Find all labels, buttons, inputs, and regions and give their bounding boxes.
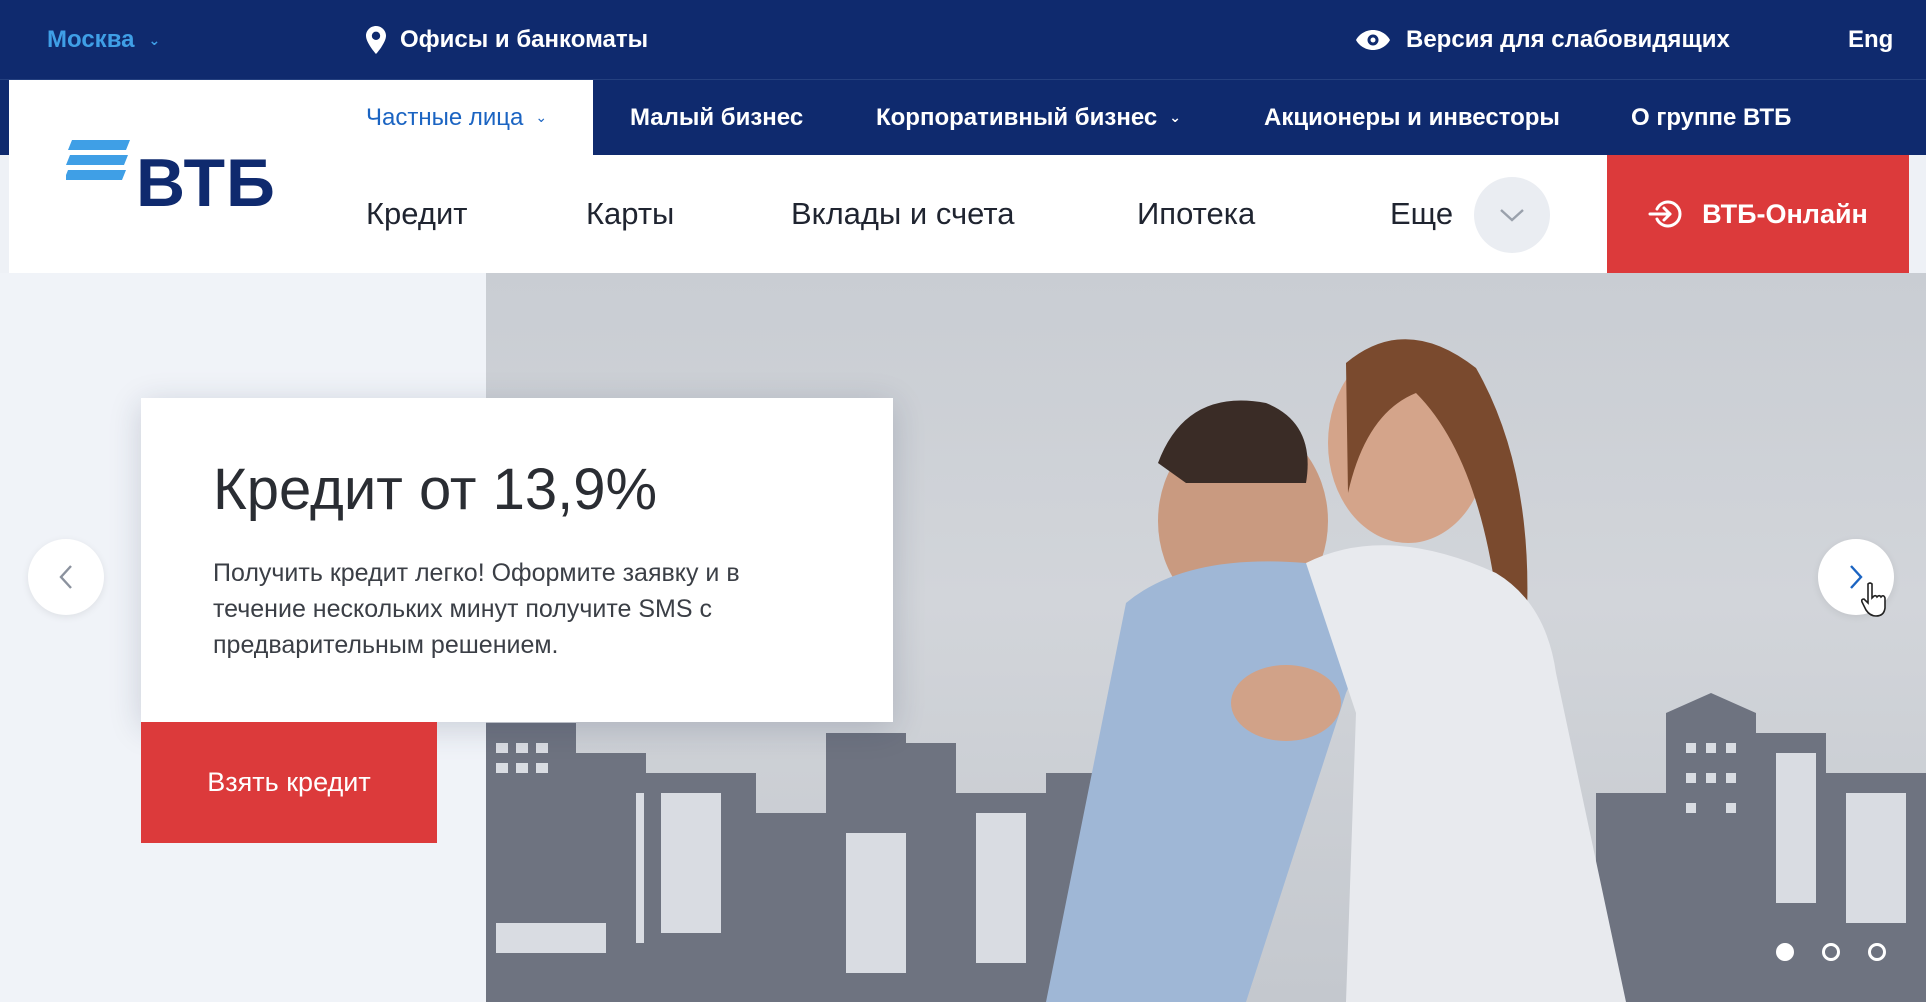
chevron-down-icon xyxy=(1500,209,1524,222)
chevron-down-icon: ⌄ xyxy=(148,31,161,48)
chevron-down-icon: ⌄ xyxy=(535,109,548,125)
accessibility-label: Версия для слабовидящих xyxy=(1406,26,1730,53)
take-credit-label: Взять кредит xyxy=(207,767,371,797)
map-pin-icon xyxy=(366,26,386,54)
tab-private-label: Частные лица xyxy=(366,103,524,131)
tab-about-group-label: О группе ВТБ xyxy=(1631,103,1792,131)
pointer-cursor-icon xyxy=(1860,582,1886,617)
eye-icon xyxy=(1356,30,1390,50)
accessibility-link[interactable]: Версия для слабовидящих xyxy=(1356,0,1730,80)
carousel-dot-2[interactable] xyxy=(1822,943,1840,961)
tab-small-business[interactable]: Малый бизнес xyxy=(630,80,803,155)
carousel-dot-1[interactable] xyxy=(1776,943,1794,961)
city-selector[interactable]: Москва ⌄ xyxy=(47,0,160,80)
logo-stripes-icon xyxy=(66,140,130,180)
tab-private[interactable]: Частные лица ⌄ xyxy=(366,80,547,155)
city-label: Москва xyxy=(47,26,135,53)
promo-description: Получить кредит легко! Оформите заявку и… xyxy=(213,559,740,659)
carousel-prev-button[interactable] xyxy=(28,539,104,615)
tab-investors-label: Акционеры и инвесторы xyxy=(1264,103,1560,131)
promo-card: Кредит от 13,9% Получить кредит легко! О… xyxy=(141,398,893,722)
offices-link[interactable]: Офисы и банкоматы xyxy=(366,0,648,80)
nav-cards[interactable]: Карты xyxy=(586,155,674,273)
language-label: Eng xyxy=(1848,26,1894,53)
chevron-left-icon xyxy=(59,565,72,589)
nav-more[interactable]: Еще xyxy=(1390,155,1453,273)
tab-small-business-label: Малый бизнес xyxy=(630,103,804,131)
nav-deposits[interactable]: Вклады и счета xyxy=(791,155,1014,273)
chevron-down-icon: ⌄ xyxy=(1169,109,1181,125)
tab-investors[interactable]: Акционеры и инвесторы xyxy=(1264,80,1560,155)
more-dropdown-button[interactable] xyxy=(1474,177,1550,253)
nav-credit[interactable]: Кредит xyxy=(366,155,467,273)
vtb-logo[interactable]: ВТБ xyxy=(66,140,286,221)
take-credit-button[interactable]: Взять кредит xyxy=(141,722,437,843)
tab-about-group[interactable]: О группе ВТБ xyxy=(1631,80,1791,155)
carousel-dot-3[interactable] xyxy=(1868,943,1886,961)
top-utility-bar: Москва ⌄ Офисы и банкоматы Версия для сл… xyxy=(0,0,1926,80)
login-icon xyxy=(1648,200,1682,228)
language-switch[interactable]: Eng xyxy=(1848,0,1893,80)
nav-mortgage[interactable]: Ипотека xyxy=(1137,155,1255,273)
offices-label: Офисы и банкоматы xyxy=(400,26,649,53)
vtb-online-button[interactable]: ВТБ-Онлайн xyxy=(1607,155,1909,273)
carousel-pagination xyxy=(1776,940,1914,964)
tab-corporate-label: Корпоративный бизнес xyxy=(876,103,1158,131)
tab-corporate[interactable]: Корпоративный бизнес ⌄ xyxy=(876,80,1181,155)
logo-wordmark: ВТБ xyxy=(136,145,276,221)
vtb-online-label: ВТБ-Онлайн xyxy=(1702,198,1868,229)
promo-title: Кредит от 13,9% xyxy=(213,457,658,522)
